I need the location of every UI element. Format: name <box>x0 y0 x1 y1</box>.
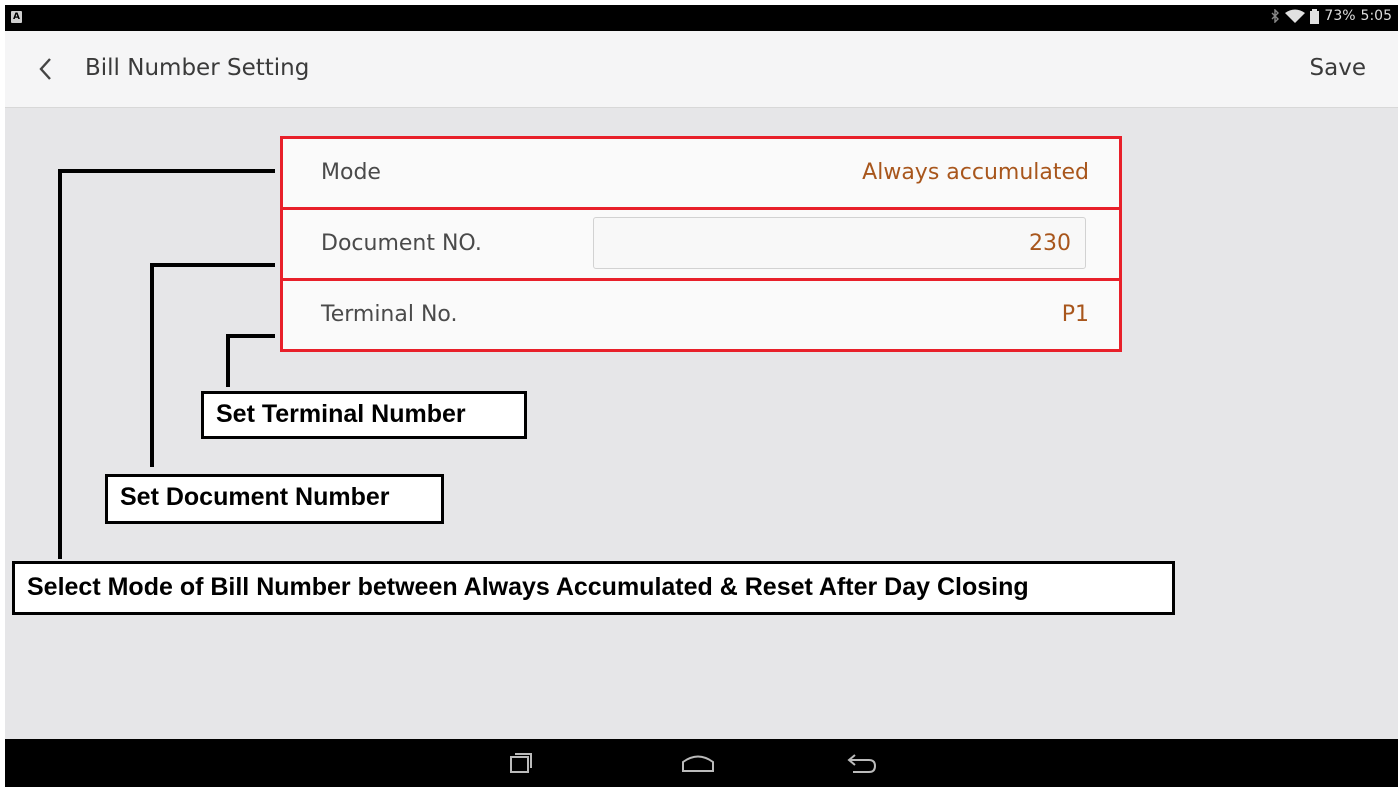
back-arrow-icon <box>847 754 877 773</box>
settings-list: Mode Always accumulated Document NO. 230… <box>280 136 1122 352</box>
document-no-input[interactable]: 230 <box>593 217 1086 269</box>
annotation-connectors <box>58 169 275 559</box>
mode-label: Mode <box>321 160 381 185</box>
terminal-connector <box>226 334 275 387</box>
terminal-no-row[interactable]: Terminal No. P1 <box>280 278 1122 352</box>
mode-value[interactable]: Always accumulated <box>862 139 1089 207</box>
home-icon <box>682 755 714 772</box>
document-no-value[interactable]: 230 <box>1029 218 1071 270</box>
document-annotation: Set Document Number <box>105 474 444 524</box>
document-no-label: Document NO. <box>321 231 482 256</box>
terminal-annotation: Set Terminal Number <box>201 391 527 439</box>
home-button[interactable] <box>681 753 715 777</box>
nav-back-button[interactable] <box>847 752 877 778</box>
terminal-no-value[interactable]: P1 <box>1062 281 1089 349</box>
document-no-row: Document NO. 230 <box>280 207 1122 281</box>
navigation-bar <box>5 739 1398 787</box>
mode-annotation: Select Mode of Bill Number between Alway… <box>12 561 1175 615</box>
screen: A 73% 5:05 Bill Number Setting Save Mode… <box>5 5 1398 787</box>
terminal-no-label: Terminal No. <box>321 302 458 327</box>
recent-apps-icon <box>510 753 532 773</box>
mode-row[interactable]: Mode Always accumulated <box>280 136 1122 210</box>
recent-apps-button[interactable] <box>510 752 532 778</box>
